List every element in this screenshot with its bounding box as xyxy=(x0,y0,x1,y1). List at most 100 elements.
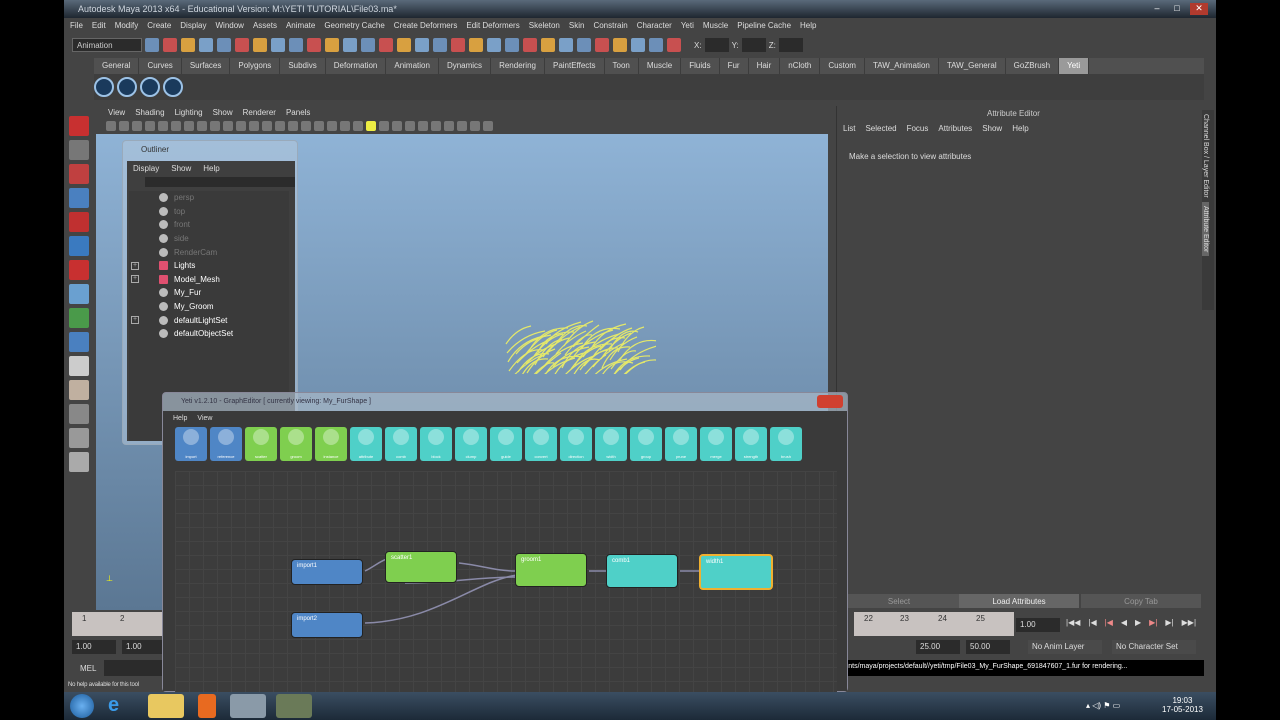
tray-icons[interactable]: ▴ ◁) ⚑ ▭ xyxy=(1086,701,1120,710)
viewport-icon[interactable] xyxy=(366,121,376,131)
outliner-item[interactable]: + Lights xyxy=(129,259,289,273)
node-button-merge[interactable]: merge xyxy=(700,427,732,461)
load-attributes-button[interactable]: Load Attributes xyxy=(959,594,1079,608)
tool-icon[interactable] xyxy=(69,164,89,184)
outliner-item[interactable]: + defaultLightSet xyxy=(129,313,289,327)
viewport-icon[interactable] xyxy=(223,121,233,131)
toolbar-icon[interactable] xyxy=(451,38,465,52)
node-button-guide[interactable]: guide xyxy=(490,427,522,461)
viewport-icon[interactable] xyxy=(327,121,337,131)
menu-geometry-cache[interactable]: Geometry Cache xyxy=(324,21,384,31)
graph-close-button[interactable] xyxy=(817,395,843,408)
anim-end-field[interactable]: 50.00 xyxy=(966,640,1010,654)
next-key-icon[interactable]: ▶| xyxy=(1149,618,1157,627)
menu-edit-deformers[interactable]: Edit Deformers xyxy=(466,21,519,31)
step-forward-icon[interactable]: ▶| xyxy=(1165,618,1173,627)
viewport-icon[interactable] xyxy=(145,121,155,131)
tool-icon[interactable] xyxy=(69,428,89,448)
tool-icon[interactable] xyxy=(69,452,89,472)
node-graph-canvas[interactable]: import1 scatter1 groom1 comb1 width1 import2 xyxy=(175,471,837,693)
tool-icon[interactable] xyxy=(69,308,89,328)
toolbar-icon[interactable] xyxy=(415,38,429,52)
close-button[interactable]: ✕ xyxy=(1190,3,1208,15)
toolbar-icon[interactable] xyxy=(361,38,375,52)
viewport-icon[interactable] xyxy=(119,121,129,131)
yeti-shelf-icon[interactable] xyxy=(117,77,137,97)
outliner-search[interactable] xyxy=(145,177,295,187)
menu-modify[interactable]: Modify xyxy=(115,21,139,31)
tool-icon[interactable] xyxy=(69,380,89,400)
viewport-icon[interactable] xyxy=(392,121,402,131)
viewport-menu-show[interactable]: Show xyxy=(213,108,233,118)
outliner-menu-show[interactable]: Show xyxy=(171,164,191,173)
viewport-icon[interactable] xyxy=(106,121,116,131)
toolbar-icon[interactable] xyxy=(595,38,609,52)
toolbar-icon[interactable] xyxy=(271,38,285,52)
shelf-tab-toon[interactable]: Toon xyxy=(605,58,639,74)
node-button-brush[interactable]: brush xyxy=(770,427,802,461)
go-end-icon[interactable]: ▶▶| xyxy=(1182,618,1196,627)
shelf-tab-rendering[interactable]: Rendering xyxy=(491,58,545,74)
viewport-icon[interactable] xyxy=(431,121,441,131)
viewport-icon[interactable] xyxy=(158,121,168,131)
node-button-instance[interactable]: instance xyxy=(315,427,347,461)
toolbar-icon[interactable] xyxy=(487,38,501,52)
play-icon[interactable]: ▶ xyxy=(1135,618,1141,627)
yeti-shelf-icon[interactable] xyxy=(94,77,114,97)
viewport-icon[interactable] xyxy=(197,121,207,131)
end-time-field[interactable]: 25.00 xyxy=(916,640,960,654)
node-button-comb[interactable]: comb xyxy=(385,427,417,461)
graph-menu-view[interactable]: View xyxy=(197,415,212,422)
tab-channel-box[interactable]: Channel Box / Layer Editor xyxy=(1202,110,1209,202)
viewport-menu-lighting[interactable]: Lighting xyxy=(175,108,203,118)
viewport-menu-renderer[interactable]: Renderer xyxy=(243,108,276,118)
menu-file[interactable]: File xyxy=(70,21,83,31)
outliner-item[interactable]: RenderCam xyxy=(129,245,289,259)
viewport-icon[interactable] xyxy=(236,121,246,131)
play-back-icon[interactable]: ◀ xyxy=(1121,618,1127,627)
tab-attribute-editor[interactable]: Attribute Editor xyxy=(1202,201,1209,256)
shelf-tab-active[interactable]: Yeti xyxy=(1059,58,1090,74)
outliner-item[interactable]: My_Groom xyxy=(129,300,289,314)
outliner-item[interactable]: top xyxy=(129,205,289,219)
shelf-tab-taw-animation[interactable]: TAW_Animation xyxy=(865,58,939,74)
toolbar-icon[interactable] xyxy=(181,38,195,52)
menu-display[interactable]: Display xyxy=(180,21,206,31)
viewport-menu-panels[interactable]: Panels xyxy=(286,108,310,118)
tool-icon[interactable] xyxy=(69,404,89,424)
toolbar-icon[interactable] xyxy=(397,38,411,52)
tool-icon[interactable] xyxy=(69,260,89,280)
menu-muscle[interactable]: Muscle xyxy=(703,21,728,31)
step-back-icon[interactable]: |◀ xyxy=(1088,618,1096,627)
toolbar-icon[interactable] xyxy=(235,38,249,52)
shelf-tab-ncloth[interactable]: nCloth xyxy=(780,58,821,74)
toolbar-icon[interactable] xyxy=(631,38,645,52)
toolbar-icon[interactable] xyxy=(217,38,231,52)
graph-node[interactable]: import2 xyxy=(291,612,363,638)
menu-create-deformers[interactable]: Create Deformers xyxy=(394,21,458,31)
menu-create[interactable]: Create xyxy=(147,21,171,31)
viewport-menu-shading[interactable]: Shading xyxy=(135,108,164,118)
node-button-strength[interactable]: strength xyxy=(735,427,767,461)
menu-animate[interactable]: Animate xyxy=(286,21,315,31)
mode-select[interactable]: Animation xyxy=(72,38,142,52)
viewport-icon[interactable] xyxy=(340,121,350,131)
shelf-tab-painteffects[interactable]: PaintEffects xyxy=(545,58,605,74)
ae-menu-show[interactable]: Show xyxy=(982,124,1002,133)
viewport-icon[interactable] xyxy=(483,121,493,131)
menu-window[interactable]: Window xyxy=(216,21,244,31)
maximize-button[interactable]: □ xyxy=(1168,3,1186,15)
character-set-select[interactable]: No Character Set xyxy=(1112,640,1196,654)
go-start-icon[interactable]: |◀◀ xyxy=(1066,618,1080,627)
tool-icon[interactable] xyxy=(69,356,89,376)
node-button-group[interactable]: group xyxy=(630,427,662,461)
outliner-menu-help[interactable]: Help xyxy=(203,164,219,173)
shelf-tab-custom[interactable]: Custom xyxy=(820,58,865,74)
outliner-item[interactable]: front xyxy=(129,218,289,232)
viewport-menu-view[interactable]: View xyxy=(108,108,125,118)
anim-start-field[interactable]: 1.00 xyxy=(122,640,162,654)
toolbar-icon[interactable] xyxy=(343,38,357,52)
node-button-reference[interactable]: reference xyxy=(210,427,242,461)
yeti-shelf-icon[interactable] xyxy=(163,77,183,97)
explorer-icon[interactable] xyxy=(148,694,184,718)
